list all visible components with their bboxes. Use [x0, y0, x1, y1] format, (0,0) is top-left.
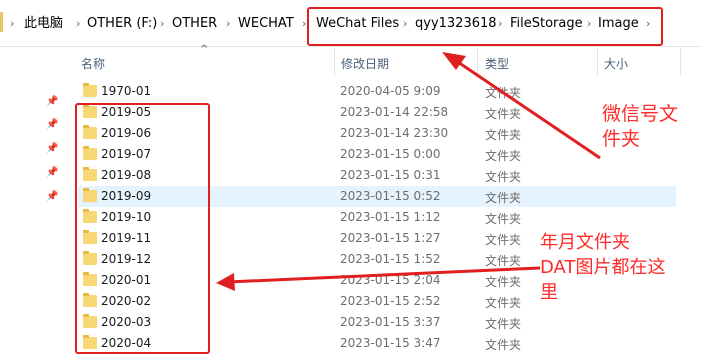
annotation-line: 微信号文	[602, 103, 679, 125]
annotation-line: 里	[540, 282, 558, 303]
annotation-wechat-id-folder: 微信号文 件夹	[602, 102, 678, 152]
annotation-arrow	[451, 56, 601, 160]
arrow-head	[216, 273, 235, 291]
annotation-line: 件夹	[602, 128, 641, 150]
annotation-line: 年月文件夹	[540, 232, 630, 253]
annotation-arrows	[216, 52, 601, 291]
annotation-line: DAT图片都在这	[540, 257, 666, 278]
annotation-arrow	[227, 266, 541, 284]
annotation-month-folders: 年月文件夹 DAT图片都在这 里	[540, 230, 665, 305]
arrow-head	[442, 52, 466, 70]
